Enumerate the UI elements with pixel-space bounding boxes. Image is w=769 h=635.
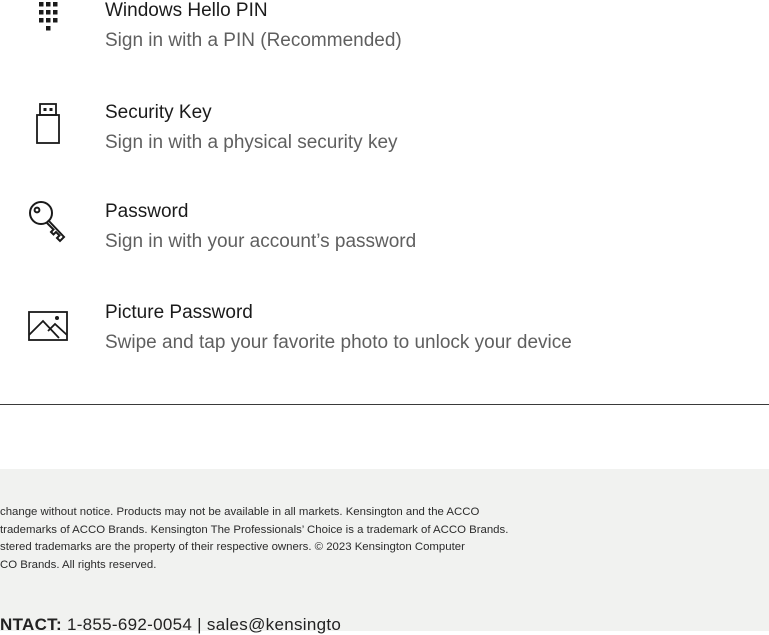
option-description: Swipe and tap your favorite photo to unl… <box>105 332 572 353</box>
signin-option-picture-password[interactable]: Picture Password Swipe and tap your favo… <box>0 302 769 392</box>
contact-line: NTACT: 1-855-692-0054 | sales@kensingto <box>0 615 341 635</box>
signin-option-security-key[interactable]: Security Key Sign in with a physical sec… <box>0 102 769 192</box>
keypad-icon <box>26 0 70 38</box>
picture-icon <box>26 305 70 349</box>
option-description: Sign in with a physical security key <box>105 132 398 153</box>
legal-disclaimer: change without notice. Products may not … <box>0 504 760 574</box>
option-title: Picture Password <box>105 302 253 323</box>
contact-label: NTACT: <box>0 615 62 634</box>
signin-option-password[interactable]: Password Sign in with your account’s pas… <box>0 201 769 291</box>
legal-line: change without notice. Products may not … <box>0 506 480 518</box>
section-divider <box>0 404 769 405</box>
signin-options-list: Windows Hello PIN Sign in with a PIN (Re… <box>0 0 769 405</box>
legal-line: trademarks of ACCO Brands. Kensington Th… <box>0 523 509 536</box>
option-title: Password <box>105 201 189 222</box>
legal-line: stered trademarks are the property of th… <box>0 541 465 553</box>
option-description: Sign in with a PIN (Recommended) <box>105 30 402 51</box>
key-icon <box>26 199 70 243</box>
signin-option-pin[interactable]: Windows Hello PIN Sign in with a PIN (Re… <box>0 0 769 90</box>
footer-panel: change without notice. Products may not … <box>0 469 769 634</box>
usb-key-icon <box>26 102 70 146</box>
option-description: Sign in with your account’s password <box>105 231 417 252</box>
legal-line: CO Brands. All rights reserved. <box>0 558 157 571</box>
option-title: Security Key <box>105 102 212 123</box>
option-title: Windows Hello PIN <box>105 0 268 21</box>
contact-details[interactable]: 1-855-692-0054 | sales@kensingto <box>67 615 341 634</box>
